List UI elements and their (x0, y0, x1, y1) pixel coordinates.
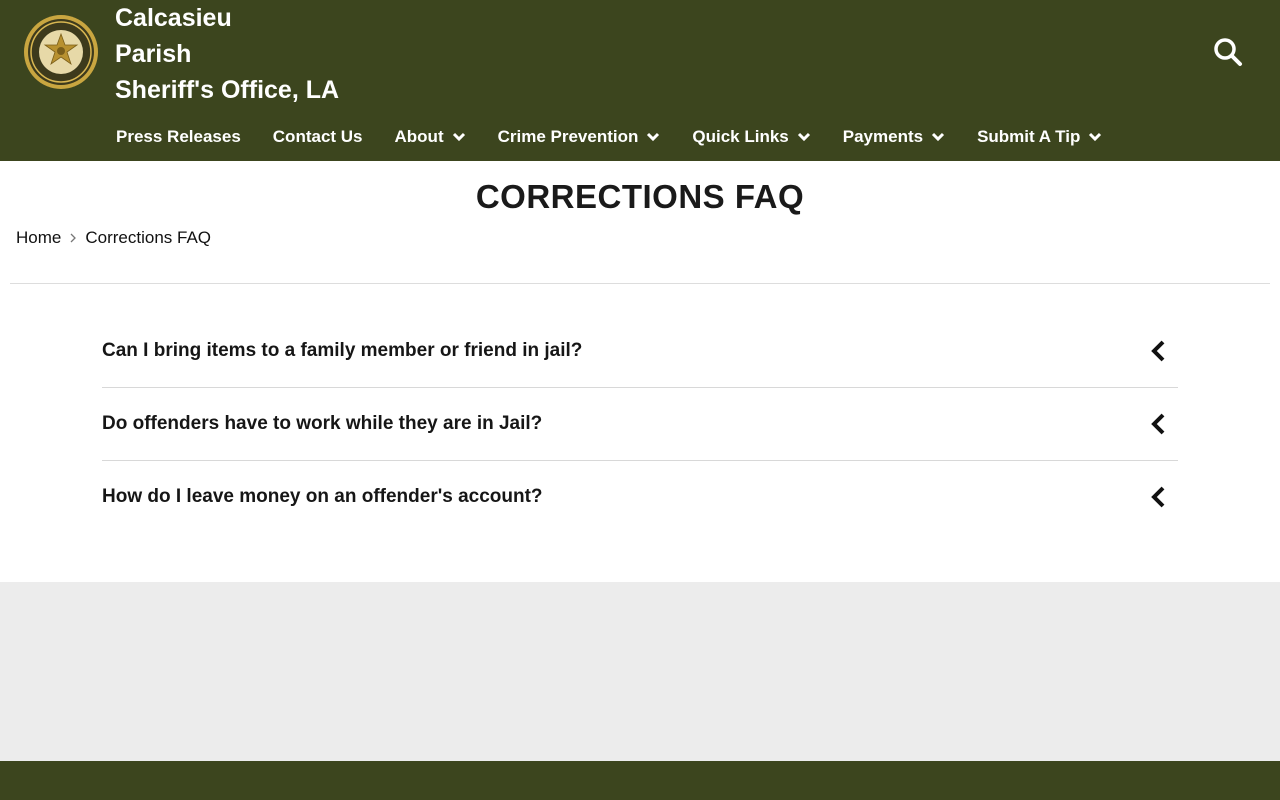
site-header: Calcasieu Parish Sheriff's Office, LA Pr… (0, 0, 1280, 161)
nav-label: Crime Prevention (497, 127, 639, 146)
site-footer (0, 761, 1280, 800)
nav-item-about[interactable]: About (379, 122, 482, 152)
faq-accordion: Can I bring items to a family member or … (102, 315, 1178, 533)
nav-item-press-releases[interactable]: Press Releases (100, 122, 257, 152)
nav-label: Press Releases (116, 127, 241, 146)
faq-question: Can I bring items to a family member or … (102, 340, 583, 361)
nav-item-submit-a-tip[interactable]: Submit A Tip (961, 122, 1118, 152)
site-title-line-2: Parish (115, 40, 192, 68)
faq-question: Do offenders have to work while they are… (102, 413, 543, 434)
nav-item-payments[interactable]: Payments (827, 122, 961, 152)
section-divider (10, 283, 1270, 284)
site-title-line-1: Calcasieu (115, 4, 232, 32)
chevron-left-icon[interactable] (1148, 339, 1170, 363)
site-title[interactable]: Calcasieu Parish Sheriff's Office, LA (115, 0, 435, 108)
nav-label: Submit A Tip (977, 127, 1081, 146)
faq-question: How do I leave money on an offender's ac… (102, 486, 543, 507)
chevron-down-icon (1089, 132, 1102, 142)
chevron-down-icon (797, 132, 810, 142)
search-button[interactable] (1212, 36, 1244, 68)
nav-item-contact-us[interactable]: Contact Us (257, 122, 379, 152)
content-spacer-band (0, 582, 1280, 761)
faq-item[interactable]: Do offenders have to work while they are… (102, 388, 1178, 461)
nav-label: About (394, 127, 444, 146)
nav-item-crime-prevention[interactable]: Crime Prevention (482, 122, 677, 152)
chevron-down-icon (452, 132, 465, 142)
chevron-right-icon (70, 233, 77, 243)
search-icon (1214, 38, 1242, 66)
faq-item[interactable]: How do I leave money on an offender's ac… (102, 461, 1178, 533)
chevron-left-icon[interactable] (1148, 412, 1170, 436)
nav-label: Contact Us (272, 127, 363, 146)
faq-item[interactable]: Can I bring items to a family member or … (102, 315, 1178, 388)
site-title-line-3: Sheriff's Office, LA (115, 76, 340, 104)
chevron-down-icon (932, 132, 945, 142)
breadcrumb-home-link[interactable]: Home (16, 228, 61, 248)
sheriff-badge-icon[interactable] (23, 14, 99, 90)
nav-label: Quick Links (692, 127, 789, 146)
nav-item-quick-links[interactable]: Quick Links (676, 122, 826, 152)
main-nav: Press Releases Contact Us About Crime Pr… (100, 122, 1118, 152)
page-title: CORRECTIONS FAQ (475, 178, 805, 215)
breadcrumb-current: Corrections FAQ (85, 228, 212, 247)
chevron-down-icon (647, 132, 660, 142)
nav-label: Payments (842, 127, 924, 146)
breadcrumb: Home Corrections FAQ (16, 228, 211, 248)
chevron-left-icon[interactable] (1148, 485, 1170, 509)
